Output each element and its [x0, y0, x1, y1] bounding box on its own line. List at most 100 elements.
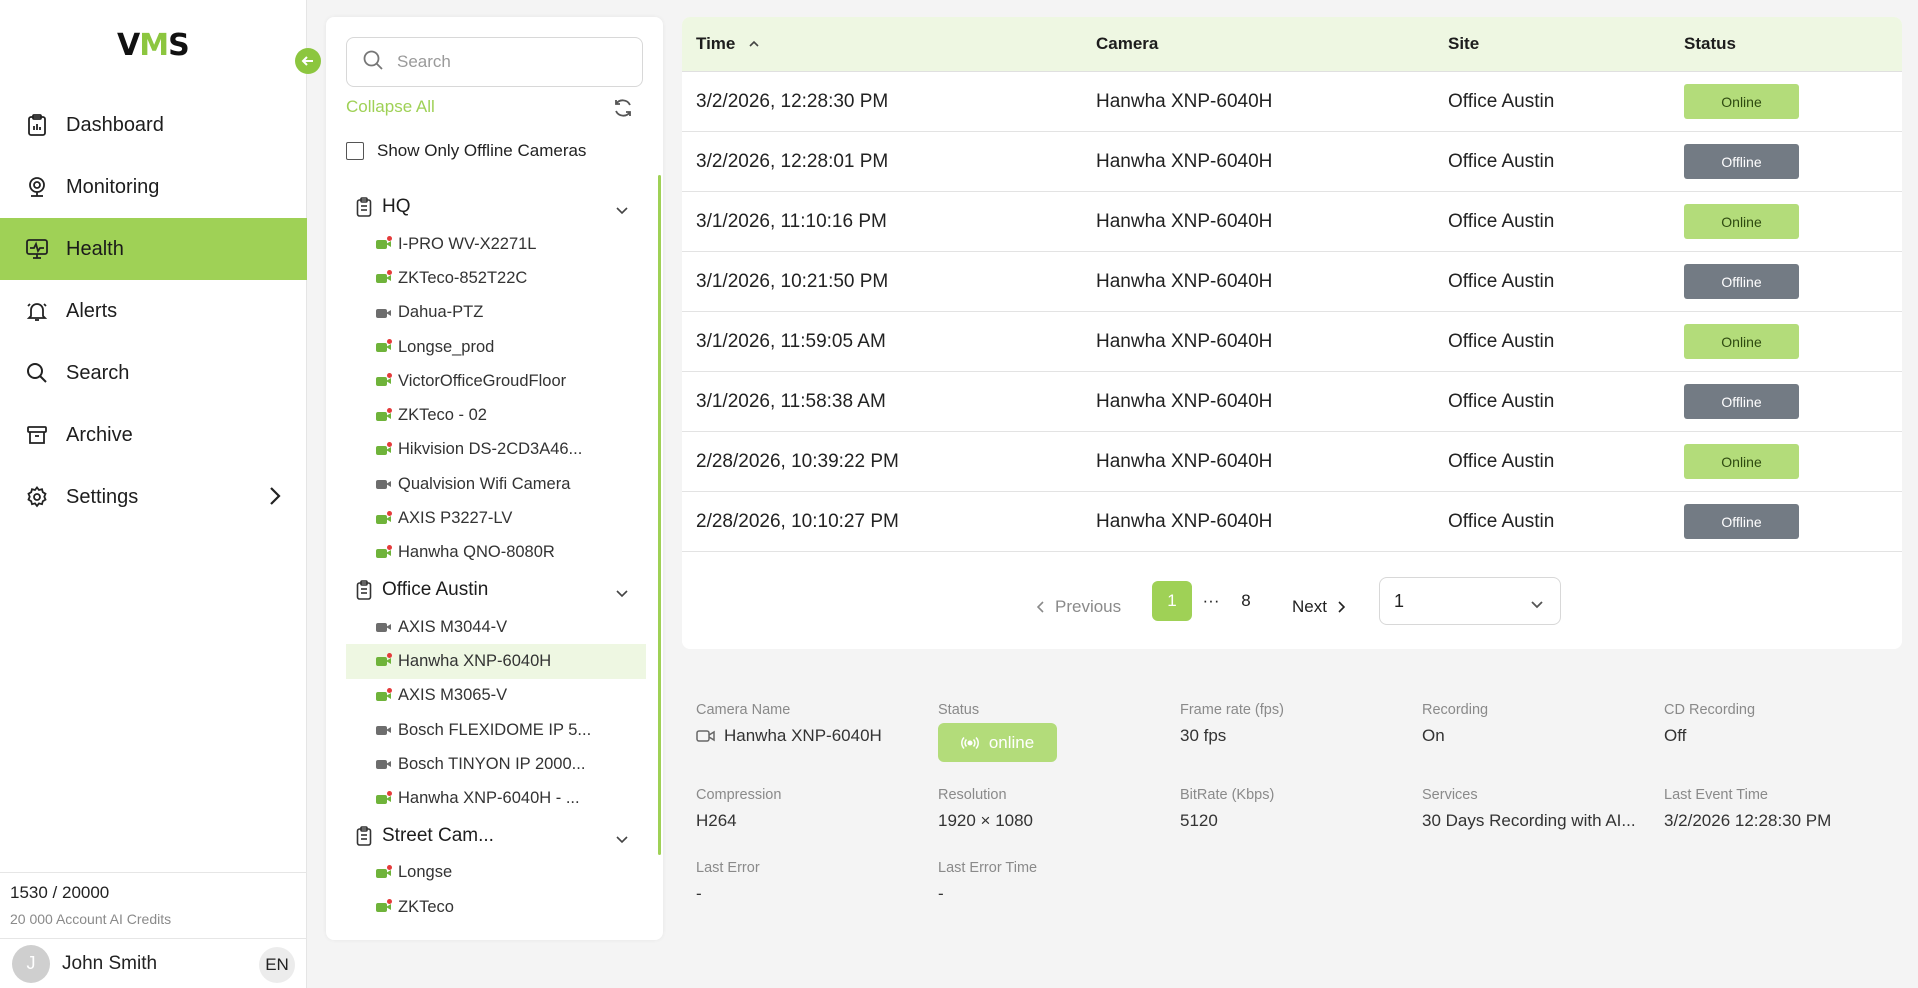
status-badge: Online: [1684, 84, 1799, 119]
camera-tree-item[interactable]: ZKTeco-852T22C: [346, 261, 646, 295]
avatar[interactable]: J: [12, 944, 50, 983]
camera-tree-item[interactable]: Longse: [346, 856, 646, 890]
show-offline-checkbox[interactable]: Show Only Offline Cameras: [346, 141, 586, 161]
camera-tree-item[interactable]: Longse_prod: [346, 330, 646, 364]
camera-tree-item[interactable]: I-PRO WV-X2271L: [346, 227, 646, 261]
camera-tree-item[interactable]: Hanwha QNO-8080R: [346, 536, 646, 570]
table-row[interactable]: 3/1/2026, 11:59:05 AM Hanwha XNP-6040H Off…: [682, 312, 1902, 372]
camera-name: Hanwha QNO-8080R: [398, 543, 555, 562]
refresh-icon[interactable]: [612, 97, 634, 124]
search-input[interactable]: [397, 52, 617, 72]
camera-name: ZKTeco: [398, 897, 454, 916]
chevron-down-icon[interactable]: [616, 582, 628, 604]
camera-name: AXIS P3227-LV: [398, 509, 513, 528]
next-button[interactable]: Next: [1292, 597, 1345, 617]
camera-tree-item[interactable]: Bosch TINYON IP 2000...: [346, 747, 646, 781]
status-history-table: Time Camera Site Status 3/2/2026, 12:28:…: [682, 17, 1902, 649]
camera-tree-item[interactable]: AXIS P3227-LV: [346, 501, 646, 535]
nav-alerts[interactable]: Alerts: [0, 280, 307, 342]
camera-tree-item[interactable]: ZKTeco - 02: [346, 398, 646, 432]
camera-tree-panel: Collapse All Show Only Offline Cameras H…: [326, 17, 663, 940]
header-status[interactable]: Status: [1670, 34, 1736, 54]
camera-tree-item[interactable]: Dahua-PTZ: [346, 296, 646, 330]
page-select[interactable]: 1: [1379, 577, 1561, 625]
status-badge: Offline: [1684, 264, 1799, 299]
table-row[interactable]: 2/28/2026, 10:10:27 PM Hanwha XNP-6040H Of…: [682, 492, 1902, 552]
chevron-down-icon[interactable]: [616, 199, 628, 221]
sort-asc-icon: [749, 40, 759, 48]
table-row[interactable]: 3/1/2026, 11:10:16 PM Hanwha XNP-6040H Off…: [682, 192, 1902, 252]
monitoring-icon: [26, 176, 48, 198]
pagination: Previous 1 ··· 8 Next 1: [682, 577, 1902, 637]
cell-camera: Hanwha XNP-6040H: [1096, 210, 1273, 232]
tree-scrollbar[interactable]: [658, 175, 661, 855]
table-body: 3/2/2026, 12:28:30 PM Hanwha XNP-6040H Off…: [682, 72, 1902, 552]
camera-icon: [376, 510, 392, 524]
cell-time: 2/28/2026, 10:39:22 PM: [696, 450, 899, 472]
camera-icon: [376, 270, 392, 284]
camera-tree-item[interactable]: Hanwha XNP-6040H: [346, 644, 646, 679]
camera-tree-item[interactable]: AXIS M3065-V: [346, 679, 646, 713]
ai-credits: 1530 / 20000 20 000 Account AI Credits: [0, 872, 307, 937]
table-header: Time Camera Site Status: [682, 17, 1902, 72]
tree-search[interactable]: [346, 37, 643, 87]
page-8-button[interactable]: 8: [1236, 581, 1256, 621]
camera-tree-item[interactable]: Qualvision Wifi Camera: [346, 467, 646, 501]
camera-tree-item[interactable]: Hanwha XNP-6040H - ...: [346, 781, 646, 815]
site-group[interactable]: Office Austin: [346, 570, 646, 610]
previous-button[interactable]: Previous: [1037, 597, 1121, 617]
site-group[interactable]: HQ: [346, 187, 646, 227]
nav-settings[interactable]: Settings: [0, 466, 307, 528]
table-row[interactable]: 3/1/2026, 11:58:38 AM Hanwha XNP-6040H Off…: [682, 372, 1902, 432]
logo[interactable]: VMS: [117, 28, 190, 63]
nav-health[interactable]: Health: [0, 218, 307, 280]
nav-archive[interactable]: Archive: [0, 404, 307, 466]
camera-icon: [376, 759, 392, 770]
table-row[interactable]: 2/28/2026, 10:39:22 PM Hanwha XNP-6040H Of…: [682, 432, 1902, 492]
chevron-down-icon: [1530, 594, 1544, 615]
nav-label: Search: [66, 361, 130, 384]
checkbox[interactable]: [346, 142, 364, 160]
status-badge: Online: [1684, 204, 1799, 239]
table-row[interactable]: 3/2/2026, 12:28:01 PM Hanwha XNP-6040H Off…: [682, 132, 1902, 192]
nav-search[interactable]: Search: [0, 342, 307, 404]
camera-name: Qualvision Wifi Camera: [398, 474, 571, 493]
nav-label: Monitoring: [66, 175, 160, 198]
camera-icon: [376, 441, 392, 455]
camera-name: Dahua-PTZ: [398, 303, 484, 322]
camera-name: Bosch TINYON IP 2000...: [398, 754, 586, 773]
credits-label: 20 000 Account AI Credits: [10, 911, 172, 927]
header-time[interactable]: Time: [682, 34, 1082, 54]
chevron-right-icon: [1338, 601, 1345, 613]
language-button[interactable]: EN: [259, 947, 295, 983]
camera-name: AXIS M3044-V: [398, 617, 508, 636]
checkbox-label: Show Only Offline Cameras: [377, 141, 587, 160]
cell-camera: Hanwha XNP-6040H: [1096, 330, 1273, 352]
header-site[interactable]: Site: [1434, 34, 1670, 54]
camera-tree-item[interactable]: Bosch FLEXIDOME IP 5...: [346, 713, 646, 747]
table-row[interactable]: 3/2/2026, 12:28:30 PM Hanwha XNP-6040H Off…: [682, 72, 1902, 132]
status-badge: Online: [1684, 324, 1799, 359]
chevron-down-icon[interactable]: [616, 828, 628, 850]
header-camera[interactable]: Camera: [1082, 34, 1434, 54]
nav-label: Dashboard: [66, 113, 164, 136]
camera-icon: [376, 790, 392, 804]
detail-recording: Recording On: [1422, 702, 1489, 745]
detail-compression: Compression H264: [696, 787, 782, 830]
cell-camera: Hanwha XNP-6040H: [1096, 450, 1273, 472]
search-icon: [363, 50, 383, 75]
collapse-all-link[interactable]: Collapse All: [346, 97, 435, 117]
page-ellipsis[interactable]: ···: [1199, 581, 1223, 621]
nav-dashboard[interactable]: Dashboard: [0, 94, 307, 156]
chevron-right-icon: [269, 486, 281, 512]
camera-tree-item[interactable]: ZKTeco: [346, 890, 646, 924]
camera-tree-item[interactable]: Hikvision DS-2CD3A46...: [346, 433, 646, 467]
camera-tree-item[interactable]: VictorOfficeGroudFloor: [346, 364, 646, 398]
user-profile[interactable]: J John Smith EN: [0, 938, 307, 988]
page-1-button[interactable]: 1: [1152, 581, 1192, 621]
nav-monitoring[interactable]: Monitoring: [0, 156, 307, 218]
site-group[interactable]: Street Cam...: [346, 816, 646, 856]
collapse-sidebar-button[interactable]: [295, 48, 321, 74]
camera-tree-item[interactable]: AXIS M3044-V: [346, 610, 646, 644]
table-row[interactable]: 3/1/2026, 10:21:50 PM Hanwha XNP-6040H Off…: [682, 252, 1902, 312]
